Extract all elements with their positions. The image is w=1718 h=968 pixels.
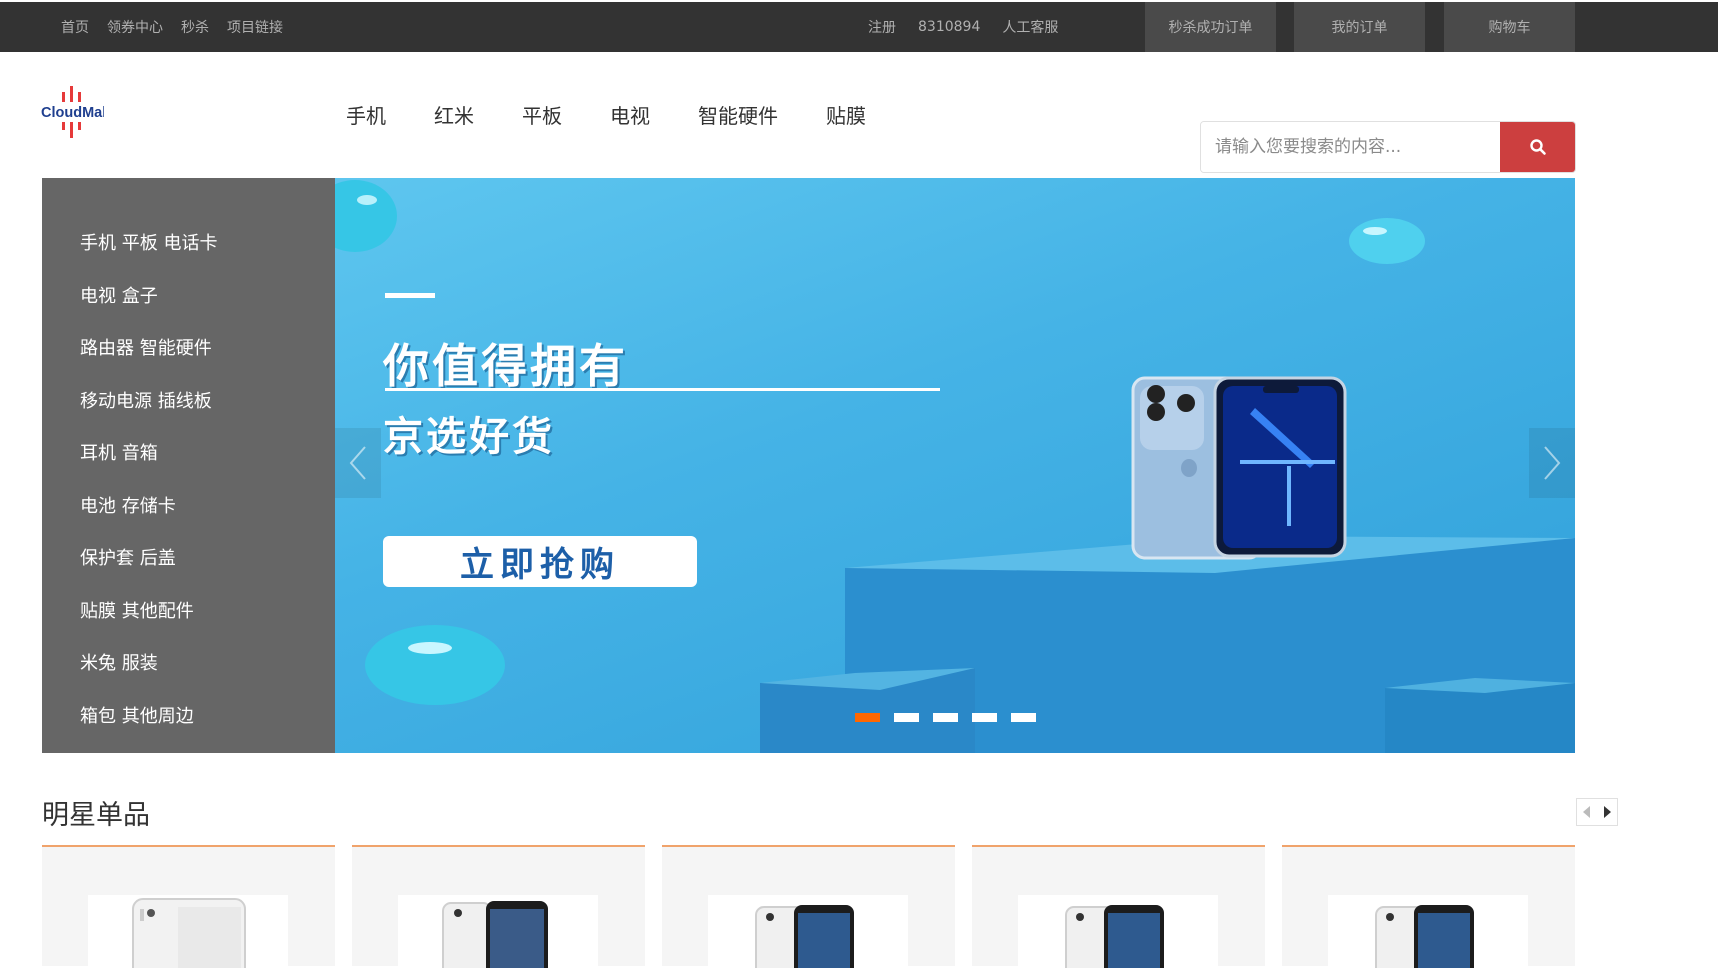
product-image — [1328, 895, 1528, 968]
logo-icon: CloudMall — [41, 86, 110, 138]
banner-artwork — [335, 180, 1575, 753]
seckill-link[interactable]: 秒杀 — [181, 17, 209, 37]
product-card[interactable] — [972, 845, 1265, 968]
nav-item-screen-film[interactable]: 贴膜 — [826, 100, 866, 129]
top-bar-links: 首页 领券中心 秒杀 项目链接 — [61, 2, 283, 52]
category-item[interactable]: 移动电源 插线板 — [42, 374, 335, 427]
coupon-center-link[interactable]: 领券中心 — [107, 17, 163, 37]
category-item[interactable]: 手机 平板 电话卡 — [42, 216, 335, 269]
product-card[interactable] — [1282, 845, 1575, 968]
logo-text: CloudMall — [41, 105, 104, 121]
category-item[interactable]: 保护套 后盖 — [42, 531, 335, 584]
category-item[interactable]: 箱包 其他周边 — [42, 689, 335, 742]
my-orders-button[interactable]: 我的订单 — [1294, 2, 1425, 52]
top-bar: 首页 领券中心 秒杀 项目链接 注册 8310894 人工客服 秒杀成功订单 我… — [0, 2, 1718, 52]
banner-subheadline: 京选好货 — [383, 414, 555, 460]
search-box — [1200, 121, 1576, 173]
category-sidebar: 手机 平板 电话卡 电视 盒子 路由器 智能硬件 移动电源 插线板 耳机 音箱 … — [42, 178, 335, 753]
phone-thumbnail — [132, 898, 246, 968]
section-title: 明星单品 — [42, 800, 150, 831]
category-item[interactable]: 耳机 音箱 — [42, 426, 335, 479]
banner-next-button[interactable] — [1529, 428, 1575, 498]
phone-number: 8310894 — [918, 19, 981, 35]
product-image — [1018, 895, 1218, 968]
search-input[interactable] — [1201, 122, 1501, 172]
star-next-button[interactable] — [1597, 799, 1617, 825]
caret-left-icon — [1583, 806, 1590, 818]
star-prev-button[interactable] — [1577, 799, 1597, 825]
banner-dot[interactable] — [1011, 713, 1036, 722]
home-link[interactable]: 首页 — [61, 17, 89, 37]
phone-thumbnail — [755, 905, 854, 968]
nav-item-tablet[interactable]: 平板 — [522, 100, 562, 129]
chevron-left-icon — [349, 446, 366, 480]
category-item[interactable]: 路由器 智能硬件 — [42, 321, 335, 374]
register-link[interactable]: 注册 — [868, 17, 896, 37]
cart-button[interactable]: 购物车 — [1444, 2, 1575, 52]
project-link[interactable]: 项目链接 — [227, 17, 283, 37]
banner-dot[interactable] — [933, 713, 958, 722]
main-nav: 手机 红米 平板 电视 智能硬件 贴膜 — [346, 100, 914, 129]
category-item[interactable]: 电视 盒子 — [42, 269, 335, 322]
category-item[interactable]: 贴膜 其他配件 — [42, 584, 335, 637]
banner-dot[interactable] — [894, 713, 919, 722]
banner-dot[interactable] — [855, 713, 880, 722]
nav-item-phone[interactable]: 手机 — [346, 100, 386, 129]
star-carousel-controls — [1576, 798, 1618, 826]
nav-item-smart-hardware[interactable]: 智能硬件 — [698, 100, 778, 129]
product-card[interactable] — [42, 845, 335, 968]
category-item[interactable]: 电池 存储卡 — [42, 479, 335, 532]
product-image — [88, 895, 288, 968]
banner-pagination — [855, 713, 1036, 722]
banner-headline: 你值得拥有 — [383, 339, 628, 393]
phone-thumbnail — [1065, 905, 1164, 968]
product-image — [708, 895, 908, 968]
banner-underline — [385, 388, 940, 391]
banner-prev-button[interactable] — [335, 428, 381, 498]
search-button[interactable] — [1500, 122, 1575, 172]
customer-service-link[interactable]: 人工客服 — [1002, 17, 1058, 37]
seckill-orders-button[interactable]: 秒杀成功订单 — [1145, 2, 1276, 52]
product-card[interactable] — [662, 845, 955, 968]
hero-banner[interactable]: 你值得拥有 京选好货 立即抢购 — [335, 178, 1575, 753]
product-card[interactable] — [352, 845, 645, 968]
phone-thumbnail — [442, 901, 548, 968]
category-item[interactable]: 米兔 服装 — [42, 636, 335, 689]
phone-thumbnail — [1375, 905, 1474, 968]
nav-item-redmi[interactable]: 红米 — [434, 100, 474, 129]
buy-now-button[interactable]: 立即抢购 — [383, 536, 697, 587]
caret-right-icon — [1604, 806, 1611, 818]
banner-dash — [385, 293, 435, 298]
top-bar-account: 注册 8310894 人工客服 — [868, 2, 1058, 52]
product-image — [398, 895, 598, 968]
nav-item-tv[interactable]: 电视 — [610, 100, 650, 129]
banner-dot[interactable] — [972, 713, 997, 722]
chevron-right-icon — [1544, 446, 1561, 480]
search-icon — [1529, 139, 1546, 155]
cloudmall-logo[interactable]: CloudMall — [40, 84, 110, 142]
